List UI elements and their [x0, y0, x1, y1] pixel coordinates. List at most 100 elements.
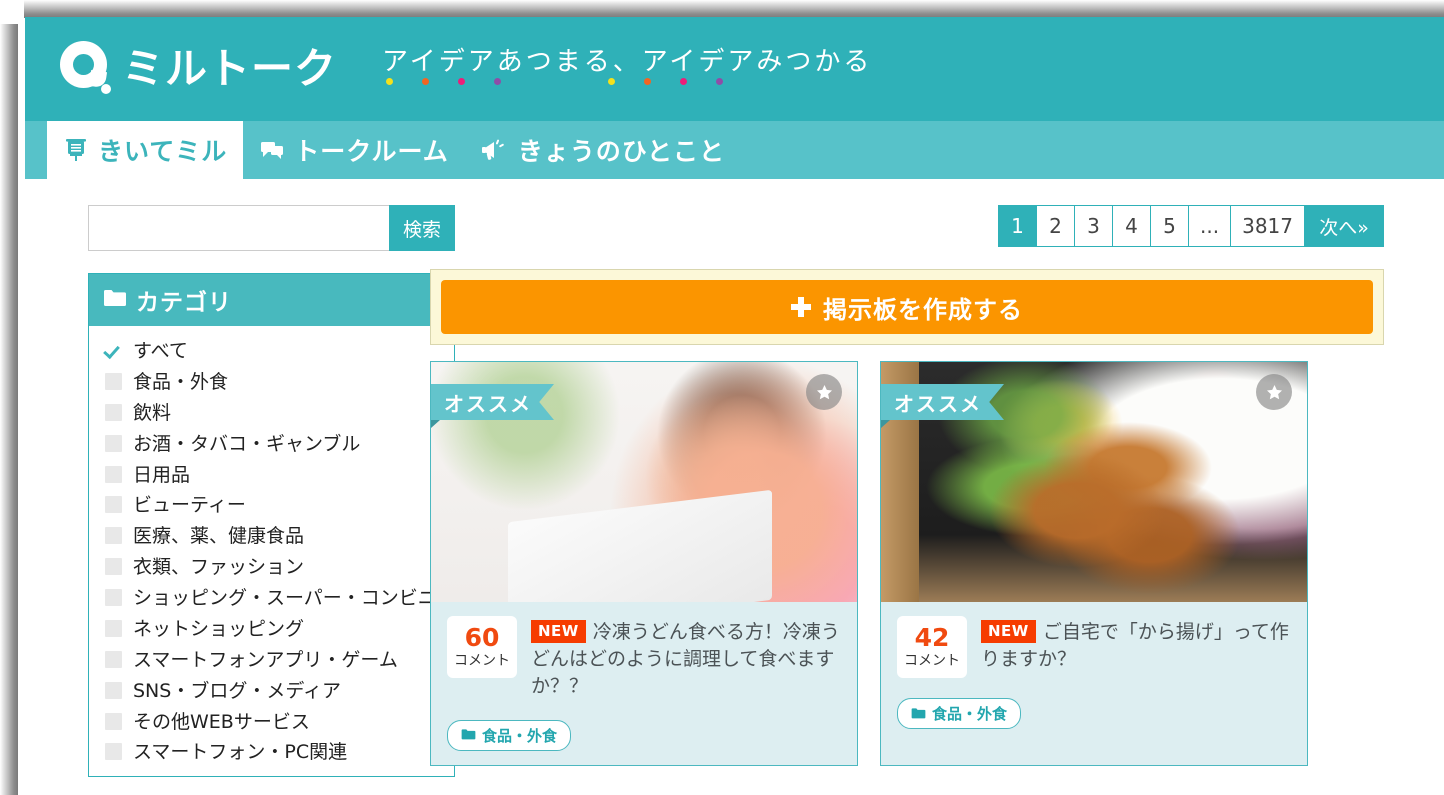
board-card[interactable]: オススメ 60 コメント NEW 冷凍うどん食べる方！冷凍うどんはどのように調理… — [430, 361, 858, 766]
card-footer: 食品・外食 — [447, 719, 841, 751]
page-4[interactable]: 4 — [1113, 206, 1152, 246]
checkbox-icon[interactable] — [105, 372, 122, 390]
pagination-list: 1 2 3 4 5... 3817 次へ» — [998, 205, 1384, 247]
tagline-text: アイデアあつまる、アイデアみつかる — [382, 46, 873, 77]
plus-icon — [791, 297, 811, 317]
tagline-dots — [382, 78, 872, 90]
page-...[interactable]: ... — [1189, 206, 1232, 246]
category-item[interactable]: ビューティー — [89, 490, 454, 521]
frame-corner — [0, 0, 24, 24]
main-navigation: きいてミル トークルーム きょうのひとこと — [25, 121, 1444, 179]
recommended-ribbon: オススメ — [881, 384, 1004, 420]
category-list: すべて食品・外食 飲料お酒・タバコ・ギャンブル日用品ビューティー医療、薬、健康食品… — [89, 326, 454, 776]
checkbox-icon[interactable] — [105, 434, 122, 452]
checkbox-icon[interactable] — [105, 650, 122, 668]
folder-icon — [911, 705, 926, 723]
checkbox-icon[interactable] — [105, 619, 122, 637]
category-panel-header: カテゴリ — [89, 274, 454, 326]
category-item[interactable]: すべて — [89, 336, 454, 367]
category-item[interactable]: 衣類、ファッション — [89, 552, 454, 583]
page-1[interactable]: 1 — [999, 206, 1038, 246]
comment-count-box: 42 コメント — [897, 616, 967, 678]
category-item[interactable]: お酒・タバコ・ギャンブル — [89, 429, 454, 460]
favorite-button[interactable] — [1256, 374, 1292, 410]
page-2[interactable]: 2 — [1037, 206, 1076, 246]
card-category-tag[interactable]: 食品・外食 — [447, 719, 572, 751]
checkbox-icon[interactable] — [105, 712, 122, 730]
tab-kyou-no-hitokoto[interactable]: きょうのひとこと — [465, 121, 741, 179]
frame-edge-left — [0, 8, 18, 795]
category-item-label: ビューティー — [133, 494, 246, 517]
ribbon-tail — [431, 420, 440, 428]
create-board-button[interactable]: 掲示板を作成する — [441, 280, 1373, 334]
category-item-label: ネットショッピング — [133, 617, 305, 640]
chat-bubbles-icon — [259, 137, 285, 163]
card-category-tag[interactable]: 食品・外食 — [897, 698, 1022, 729]
ribbon-tail — [881, 420, 890, 428]
logo-text: ミルトーク — [122, 44, 338, 93]
checkbox-icon[interactable] — [105, 527, 122, 545]
category-item[interactable]: SNS・ブログ・メディア — [89, 676, 454, 707]
category-item-label: 医療、薬、健康食品 — [133, 525, 305, 548]
card-category-label: 食品・外食 — [482, 726, 558, 745]
checkbox-checked-icon[interactable] — [105, 342, 122, 359]
dot-purple-2 — [716, 78, 724, 86]
tab-talkroom[interactable]: トークルーム — [243, 121, 465, 179]
search-input[interactable] — [88, 205, 389, 251]
category-item[interactable]: 食品・外食 — [89, 367, 454, 398]
category-item[interactable]: 医療、薬、健康食品 — [89, 521, 454, 552]
page-3817[interactable]: 3817 — [1231, 206, 1305, 246]
checkbox-icon[interactable] — [105, 589, 122, 606]
sidebar-column: 検索 カテゴリ すべて 食品・外食 飲料 お酒・タバコ・ギャンブル 日用品 ビューティー医… — [25, 205, 455, 778]
category-item[interactable]: ショッピング・スーパー・コンビニ — [89, 583, 454, 614]
card-body: 60 コメント NEW 冷凍うどん食べる方！冷凍うどんはどのように調理して食べます… — [431, 602, 857, 765]
checkbox-icon[interactable] — [105, 465, 122, 483]
category-item-label: すべて — [133, 340, 188, 362]
category-item[interactable]: スマートフォン・PC関連 — [89, 737, 454, 768]
page-5[interactable]: 5 — [1151, 206, 1190, 246]
card-image: オススメ — [881, 362, 1307, 602]
category-item-label: お酒・タバコ・ギャンブル — [133, 432, 361, 455]
checkbox-icon[interactable] — [105, 743, 122, 761]
dot-orange-2 — [644, 78, 652, 86]
dot-yellow-2 — [608, 78, 616, 86]
page-3[interactable]: 3 — [1075, 206, 1114, 246]
dot-yellow-1 — [386, 78, 394, 86]
category-item[interactable]: ネットショッピング — [89, 614, 454, 645]
create-board-label: 掲示板を作成する — [823, 295, 1023, 324]
dot-pink-1 — [458, 78, 466, 86]
category-item[interactable]: スマートフォンアプリ・ゲーム — [89, 645, 454, 676]
card-footer: 食品・外食 — [897, 698, 1291, 729]
new-badge: NEW — [531, 620, 586, 644]
checkbox-icon[interactable] — [105, 403, 122, 421]
favorite-button[interactable] — [806, 374, 842, 410]
dot-purple-1 — [494, 78, 502, 86]
category-item[interactable]: 飲料 — [89, 398, 454, 429]
tab-kiitemiru[interactable]: きいてミル — [47, 121, 244, 179]
category-item[interactable]: その他WEBサービス — [89, 707, 454, 738]
dot-orange-1 — [422, 78, 430, 86]
site-logo[interactable]: ミルトーク — [60, 41, 337, 97]
card-top: 42 コメント NEW ご自宅で「から揚げ」って作りますか？ — [897, 616, 1291, 678]
category-item[interactable]: 日用品 — [89, 460, 454, 491]
checkbox-icon[interactable] — [105, 681, 122, 699]
star-icon — [1266, 384, 1282, 399]
comment-count: 60 — [464, 623, 500, 653]
star-icon — [816, 384, 832, 399]
speech-bubble-magnifier-icon — [60, 41, 114, 97]
board-card[interactable]: オススメ 42 コメント NEW ご自宅で「から揚げ」って作りますか？ 食品・外… — [880, 361, 1308, 766]
page-content: 検索 カテゴリ すべて 食品・外食 飲料 お酒・タバコ・ギャンブル 日用品 ビューティー医… — [25, 179, 1444, 778]
card-title-wrap: NEW ご自宅で「から揚げ」って作りますか？ — [981, 616, 1291, 673]
category-item-label: スマートフォン・PC関連 — [133, 741, 348, 764]
category-item-label: 衣類、ファッション — [133, 556, 305, 579]
page-root: ミルトーク アイデアあつまる、アイデアみつかる きいてミル トークルーム きょう… — [25, 17, 1444, 795]
tagline-block: アイデアあつまる、アイデアみつかる — [382, 48, 872, 91]
checkbox-icon[interactable] — [105, 558, 122, 576]
card-category-label: 食品・外食 — [932, 705, 1008, 723]
new-badge: NEW — [981, 620, 1036, 644]
checkbox-icon[interactable] — [105, 496, 122, 514]
main-column: 1 2 3 4 5... 3817 次へ» 掲示板を作成する オススメ 60 コ… — [430, 205, 1444, 766]
card-top: 60 コメント NEW 冷凍うどん食べる方！冷凍うどんはどのように調理して食べます… — [447, 616, 841, 700]
folder-icon — [103, 287, 127, 313]
next-page-button[interactable]: 次へ» — [1305, 206, 1383, 246]
